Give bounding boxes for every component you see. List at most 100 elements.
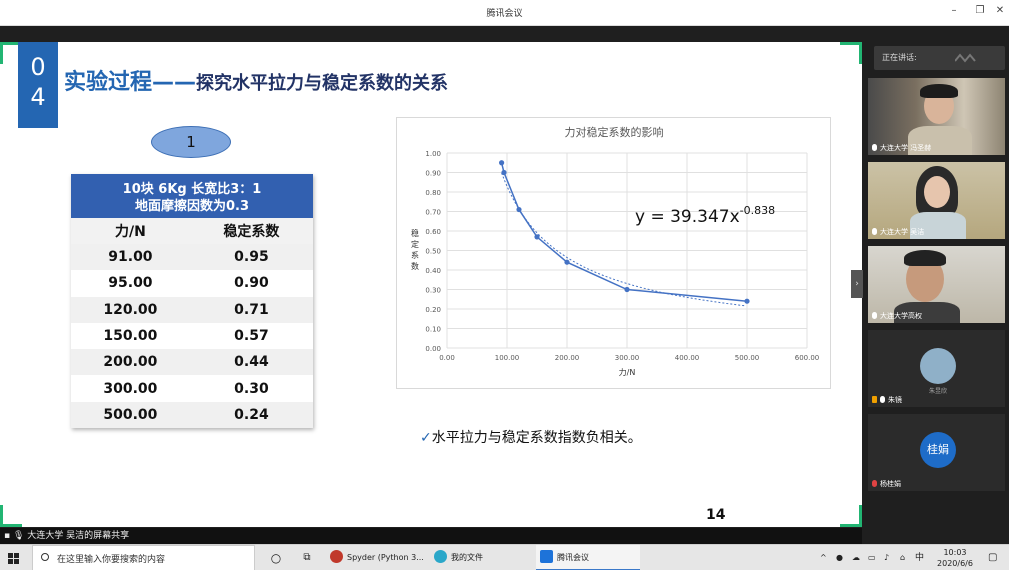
data-point [534, 234, 540, 240]
mic-icon [872, 312, 877, 319]
mic-icon [880, 396, 885, 403]
x-tick-label: 600.00 [795, 354, 820, 362]
data-table: 10块 6Kg 长宽比3：1 地面摩擦因数为0.3 力/N 稳定系数 91.00… [71, 174, 313, 429]
avatar [920, 348, 956, 384]
speaking-indicator: 正在讲话: [874, 46, 1005, 70]
start-icon[interactable] [8, 553, 19, 564]
speaking-wave-icon [955, 53, 976, 63]
clock-time: 10:03 [943, 548, 967, 557]
table-cell: 500.00 [71, 401, 190, 429]
x-axis-label: 力/N [619, 367, 636, 377]
slide-title-main: 实验过程 [64, 70, 153, 95]
y-tick-label: 1.00 [425, 150, 441, 158]
y-tick-label: 0.70 [425, 209, 441, 217]
notification-icon[interactable]: ▢ [988, 545, 997, 570]
restore-icon[interactable]: ❐ [972, 5, 988, 16]
experiment-number-oval: 1 [151, 126, 231, 158]
tencent-meeting-icon [540, 550, 553, 563]
trendline-equation-exponent: -0.838 [740, 204, 775, 217]
trendline-equation: y = 39.347x-0.838 [635, 204, 775, 227]
task-switch-icon[interactable]: ⧉ [296, 545, 318, 570]
force-stability-chart: 力对稳定系数的影响 0.00 0.10 0.20 0.30 0.40 0.50 0.60 0.7… [411, 125, 820, 377]
tray-app-icon[interactable]: ● [836, 545, 846, 570]
slide-title-dash: —— [152, 70, 197, 95]
section-number: 0 4 [18, 42, 58, 128]
slide-corner-decoration [840, 505, 862, 527]
table-row: 300.00 0.30 [71, 375, 313, 402]
table-row: 95.00 0.90 [71, 270, 313, 297]
y-tick-label: 0.90 [425, 170, 441, 178]
title-bar: 腾讯会议 – ❐ ✕ [0, 0, 1009, 26]
tray-network-icon[interactable]: ▭ [868, 545, 876, 570]
tencent-meeting-window: 腾讯会议 – ❐ ✕ 0 4 实验过程——探究水平拉力与稳定系数的关系 1 10… [0, 0, 1009, 570]
tray-chevron-icon[interactable]: ^ [820, 545, 827, 570]
column-header-stability: 稳定系数 [189, 218, 313, 244]
clock-date: 2020/6/6 [937, 559, 973, 568]
ime-indicator[interactable]: 中 [915, 545, 924, 570]
y-axis-label: 系 [411, 250, 419, 260]
slide-title: 实验过程——探究水平拉力与稳定系数的关系 [64, 64, 448, 96]
taskbar-search-box[interactable]: 在这里输入你要搜索的内容 [32, 545, 255, 570]
slide-corner-decoration [0, 505, 22, 527]
speaking-label: 正在讲话: [882, 53, 917, 62]
y-tick-label: 0.20 [425, 306, 441, 314]
minimize-icon[interactable]: – [946, 5, 962, 16]
window-title: 腾讯会议 [486, 9, 523, 19]
participant-tile[interactable]: 桂娟 杨桂娟 [868, 414, 1005, 491]
y-axis-label: 定 [411, 239, 419, 249]
check-icon: ✓ [420, 430, 432, 446]
table-cell: 91.00 [71, 244, 190, 271]
x-tick-label: 0.00 [439, 354, 455, 362]
table-header: 10块 6Kg 长宽比3：1 地面摩擦因数为0.3 [71, 174, 313, 218]
shared-slide: 0 4 实验过程——探究水平拉力与稳定系数的关系 1 10块 6Kg 长宽比3：… [0, 42, 862, 527]
data-point [624, 286, 630, 293]
series-line [500, 162, 748, 302]
mic-icon [872, 144, 877, 151]
section-number-digit-1: 0 [30, 53, 46, 81]
search-placeholder: 在这里输入你要搜索的内容 [57, 555, 166, 565]
taskbar: 在这里输入你要搜索的内容 ○ ⧉ Spyder (Python 3... 我的文… [0, 544, 1009, 570]
column-header-force: 力/N [71, 218, 190, 244]
x-tick-label: 400.00 [675, 354, 700, 362]
clock[interactable]: 10:03 2020/6/6 [930, 547, 980, 569]
participant-tile[interactable]: 朱昱欣 朱镜 [868, 330, 1005, 407]
participant-tile[interactable]: 大连大学高权 [868, 246, 1005, 323]
taskbar-app-files[interactable]: 我的文件 [430, 545, 530, 570]
tray-network-icon[interactable]: ⌂ [900, 545, 905, 570]
y-tick-label: 0.80 [425, 189, 441, 197]
tray-cloud-icon[interactable]: ☁ [852, 545, 860, 570]
table-cell: 200.00 [71, 349, 190, 376]
mic-icon: 🎙 [12, 531, 25, 541]
task-view-icon[interactable]: ○ [266, 545, 286, 570]
table-cell: 0.24 [189, 401, 313, 429]
y-tick-label: 0.00 [425, 345, 441, 353]
collapse-panel-button[interactable]: › [851, 270, 863, 298]
files-icon [434, 550, 447, 563]
participant-name: 朱镜 [872, 395, 902, 405]
participant-face [924, 176, 950, 208]
share-label: 大连大学 吴洁的屏幕共享 [27, 531, 130, 541]
table-cell: 300.00 [71, 375, 190, 402]
participant-tile[interactable]: 大连大学 冯圣赫 [868, 78, 1005, 155]
close-icon[interactable]: ✕ [992, 5, 1008, 16]
slide-title-sub: 探究水平拉力与稳定系数的关系 [196, 73, 449, 94]
volume-icon[interactable]: ♪ [884, 545, 889, 570]
participant-tile[interactable]: 大连大学 吴洁 [868, 162, 1005, 239]
spyder-icon [330, 550, 343, 563]
table-row: 120.00 0.71 [71, 296, 313, 323]
data-point [564, 259, 570, 265]
data-point [516, 206, 522, 213]
conclusion-text: 水平拉力与稳定系数指数负相关。 [431, 430, 642, 446]
screen-share-bar: ▪ 🎙 大连大学 吴洁的屏幕共享 [0, 528, 862, 544]
taskbar-app-spyder[interactable]: Spyder (Python 3... [326, 545, 426, 570]
conclusion: ✓水平拉力与稳定系数指数负相关。 [420, 427, 642, 447]
taskbar-app-tencent-meeting[interactable]: 腾讯会议 [536, 545, 640, 570]
y-tick-label: 0.50 [425, 248, 441, 256]
table-cell: 150.00 [71, 322, 190, 350]
table-header-line: 地面摩擦因数为0.3 [134, 199, 250, 214]
participant-panel: 正在讲话: 大连大学 冯圣赫 大连大学 吴洁 大连大学高权 朱昱欣 朱镜 桂娟 … [866, 42, 1009, 544]
table-header-line: 10块 6Kg 长宽比3：1 [122, 182, 262, 197]
user-icon [872, 396, 877, 403]
y-axis-label: 稳 [411, 228, 419, 238]
chart-container: 力对稳定系数的影响 0.00 0.10 0.20 0.30 0.40 0.50 0.60 0.7… [396, 117, 831, 389]
